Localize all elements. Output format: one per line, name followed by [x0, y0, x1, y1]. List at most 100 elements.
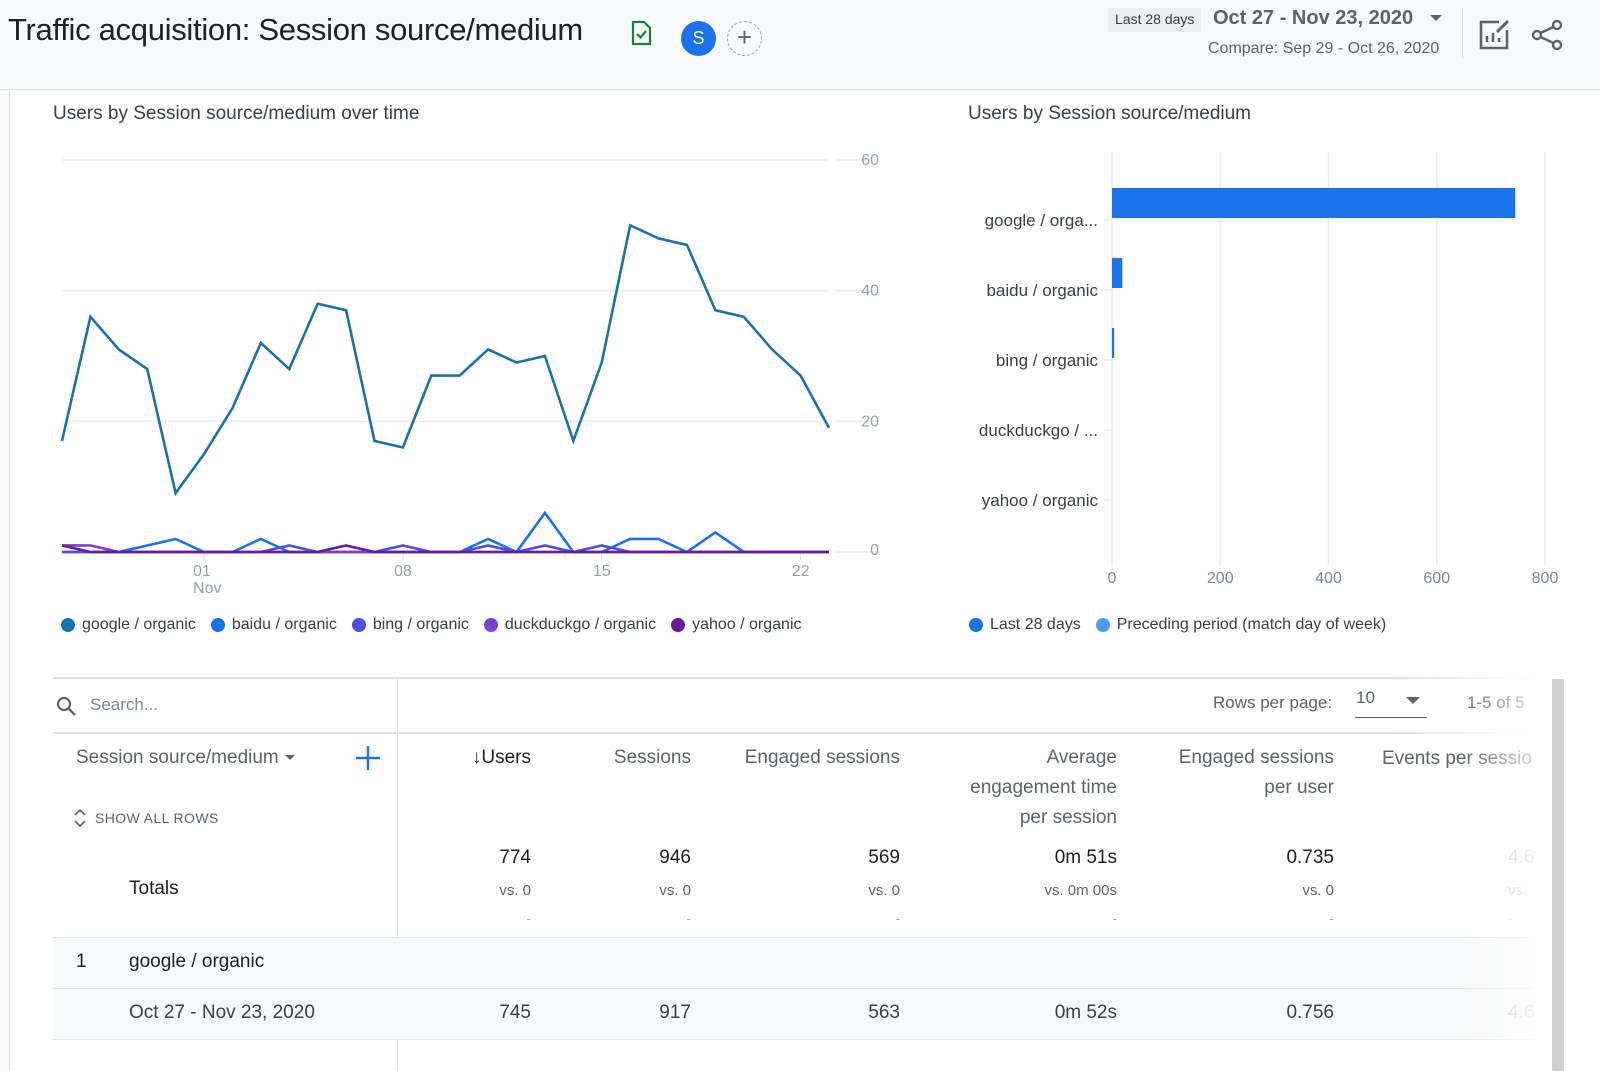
column-header-5[interactable]: Engaged sessions per user	[1134, 743, 1334, 803]
y-tick-label: 40	[861, 283, 879, 300]
page-title: Traffic acquisition: Session source/medi…	[8, 12, 583, 47]
row-metric-value: 0.756	[1286, 1002, 1334, 1023]
totals-change: -	[895, 911, 900, 926]
column-header-line: engagement time	[970, 777, 1117, 798]
report-header: Traffic acquisition: Session source/medi…	[0, 0, 1600, 90]
add-dimension-icon[interactable]	[354, 744, 382, 772]
chevron-down-icon[interactable]	[1430, 15, 1442, 21]
dimension-header-label: Session source/medium	[76, 747, 279, 768]
column-header-line: Sessions	[613, 747, 691, 768]
date-range-picker[interactable]: Oct 27 - Nov 23, 2020	[1213, 7, 1413, 30]
row-index: 1	[76, 951, 87, 972]
table-search[interactable]	[53, 679, 397, 733]
show-all-rows-button[interactable]: SHOW ALL ROWS	[73, 808, 219, 828]
share-icon[interactable]	[1530, 18, 1564, 52]
legend-label: baidu / organic	[231, 616, 337, 633]
search-input[interactable]	[90, 691, 380, 719]
column-header-3[interactable]: Engaged sessions	[700, 743, 900, 773]
row-metric-value: 563	[868, 1002, 900, 1023]
chevron-down-icon	[1406, 697, 1420, 704]
customize-report-icon[interactable]	[1477, 18, 1511, 52]
totals-value: 0.735	[1286, 847, 1334, 868]
legend-label: Last 28 days	[990, 616, 1081, 633]
totals-compare: vs. 0	[499, 882, 531, 899]
totals-value: 946	[659, 847, 691, 868]
legend-item[interactable]: yahoo / organic	[671, 616, 802, 634]
row-metric-value: 917	[659, 1002, 691, 1023]
category-label: baidu / organic	[986, 281, 1098, 300]
column-header-line: Events per sessio	[1382, 748, 1532, 769]
totals-change: -	[686, 911, 691, 926]
row-metric-value: 4.6	[1508, 1002, 1535, 1023]
pagination-range: 1-5 of 5	[1467, 693, 1525, 712]
expand-collapse-icon	[74, 808, 86, 828]
legend-dot-icon	[483, 618, 498, 632]
table-scrollbar[interactable]	[1552, 679, 1564, 1071]
caret-down-icon	[284, 755, 295, 761]
x-tick-label: 01	[193, 563, 211, 580]
x-tick-label: 22	[792, 563, 810, 580]
show-all-rows-label: SHOW ALL ROWS	[95, 810, 219, 826]
users-by-source-bar-chart[interactable]: 0 200 400 600 800 google / orga... baidu / org…	[950, 140, 1600, 610]
totals-value: 0m 51s	[1054, 847, 1117, 868]
column-header-line: per user	[1264, 777, 1334, 798]
table-header-border	[53, 732, 1535, 734]
y-tick-label: 0	[870, 542, 879, 559]
legend-item[interactable]: Last 28 days	[969, 616, 1081, 634]
column-header-1[interactable]: ↓Users	[411, 743, 531, 773]
legend-item[interactable]: duckduckgo / organic	[483, 616, 657, 634]
legend-label: yahoo / organic	[692, 616, 802, 633]
column-header-6[interactable]: Events per sessio	[1382, 744, 1552, 774]
x-tick-label: 600	[1423, 570, 1450, 587]
users-over-time-chart[interactable]: 0 20 40 60 01Nov 08 15 22	[40, 140, 900, 610]
compare-date-range: Compare: Sep 29 - Oct 26, 2020	[1208, 40, 1440, 57]
legend-item[interactable]: bing / organic	[351, 616, 469, 634]
x-tick-label: 15	[593, 563, 611, 580]
totals-value: 4.6	[1508, 847, 1535, 868]
column-header-4[interactable]: Average engagement time per session	[917, 743, 1117, 833]
legend-label: google / organic	[82, 616, 196, 633]
category-label: duckduckgo / ...	[979, 421, 1098, 440]
rows-per-page-value: 10	[1356, 688, 1375, 707]
bar-chart-legend: Last 28 days Preceding period (match day …	[969, 616, 1401, 634]
totals-value: 774	[499, 847, 531, 868]
row-period-label: Oct 27 - Nov 23, 2020	[129, 1002, 315, 1023]
legend-dot-icon	[671, 618, 686, 632]
legend-item[interactable]: google / organic	[61, 616, 196, 634]
category-label: yahoo / organic	[982, 491, 1099, 510]
add-comparison-button[interactable]: +	[727, 21, 762, 56]
totals-change: -	[1329, 911, 1334, 926]
series-line-yahoo	[61, 544, 829, 554]
column-header-line: Average	[1046, 747, 1117, 768]
legend-item[interactable]: baidu / organic	[210, 616, 337, 634]
legend-dot-icon	[351, 618, 366, 632]
x-tick-label: 400	[1315, 570, 1342, 587]
totals-compare: vs.	[1508, 882, 1528, 899]
content-left-border	[9, 91, 10, 1071]
column-header-2[interactable]: Sessions	[561, 743, 691, 773]
legend-dot-icon	[210, 618, 225, 632]
y-tick-label: 20	[861, 413, 879, 430]
legend-dot-icon	[969, 618, 983, 632]
header-divider	[1462, 8, 1463, 58]
row-metric-value: 745	[499, 1002, 531, 1023]
rows-per-page-select[interactable]: 10	[1355, 688, 1427, 718]
legend-label: Preceding period (match day of week)	[1116, 616, 1387, 633]
series-line-google	[60, 223, 831, 497]
legend-label: duckduckgo / organic	[504, 616, 657, 633]
totals-label: Totals	[129, 878, 179, 899]
column-header-line: Engaged sessions	[1178, 747, 1334, 768]
bar-google	[1112, 188, 1516, 218]
comparison-avatar[interactable]: S	[681, 21, 716, 56]
totals-compare: vs. 0	[1302, 882, 1334, 899]
column-header-line: ↓Users	[471, 747, 531, 768]
column-header-line: Engaged sessions	[744, 747, 900, 768]
table-row-group-header[interactable]	[53, 938, 1535, 988]
x-tick-sublabel: Nov	[193, 580, 221, 597]
report-saved-icon[interactable]	[630, 20, 652, 46]
dimension-selector[interactable]: Session source/medium	[76, 747, 295, 769]
legend-item[interactable]: Preceding period (match day of week)	[1095, 616, 1387, 634]
legend-dot-icon	[61, 618, 75, 632]
rows-per-page-label: Rows per page:	[1213, 693, 1333, 712]
line-chart-title: Users by Session source/medium over time	[53, 103, 420, 124]
